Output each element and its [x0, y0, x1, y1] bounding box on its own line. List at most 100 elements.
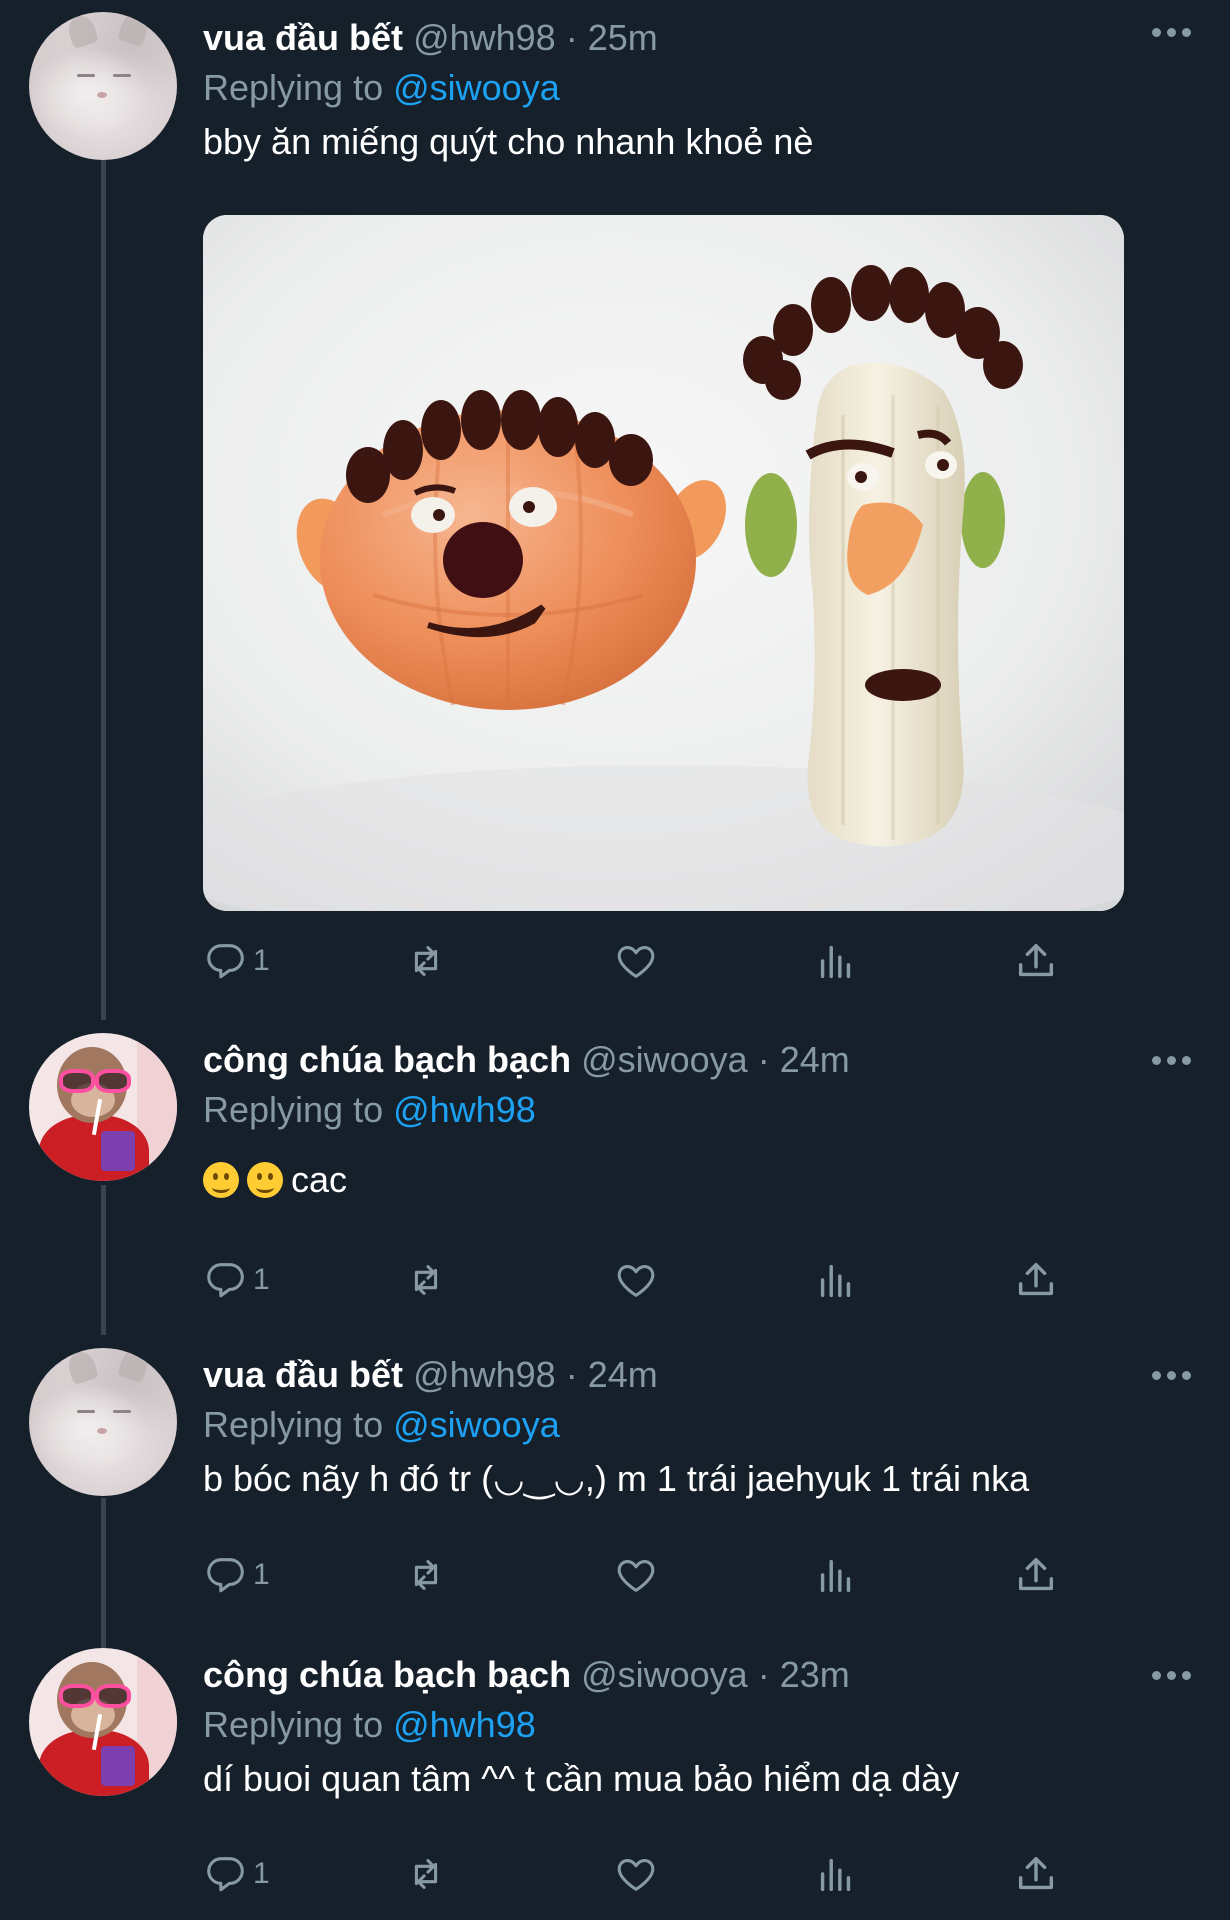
tweet[interactable]: công chúa bạch bạch @siwooya · 23m Reply… [0, 1635, 1230, 1920]
replying-to: Replying to @siwooya [203, 66, 1230, 110]
retweet-button[interactable] [403, 1848, 449, 1900]
reply-button[interactable]: 1 [203, 1254, 270, 1306]
heart-icon [617, 1560, 655, 1592]
analytics-button[interactable] [813, 935, 859, 987]
more-icon[interactable] [1152, 1056, 1192, 1068]
analytics-button[interactable] [813, 1549, 859, 1601]
tweet[interactable]: công chúa bạch bạch @siwooya · 24m Reply… [0, 1020, 1230, 1320]
timestamp[interactable]: 25m [588, 17, 658, 58]
tweet-actions: 1 [203, 1848, 1083, 1900]
reply-icon [207, 1558, 244, 1593]
separator-dot: · [747, 1039, 780, 1080]
analytics-icon [820, 1264, 851, 1298]
reply-count: 1 [253, 1857, 270, 1890]
tweet-header: công chúa bạch bạch @siwooya · 23m [203, 1653, 1230, 1697]
tweet[interactable]: vua đầu bết @hwh98 · 25m Replying to @si… [0, 0, 1230, 1010]
more-icon[interactable] [1152, 1671, 1192, 1683]
replying-to: Replying to @siwooya [203, 1403, 1230, 1447]
reply-count: 1 [253, 944, 270, 977]
avatar[interactable] [29, 1648, 177, 1796]
heart-icon [617, 946, 655, 978]
analytics-icon [820, 945, 851, 979]
display-name[interactable]: vua đầu bết [203, 17, 403, 58]
retweet-button[interactable] [403, 935, 449, 987]
tweet-text: b bóc nãy h đó tr (◡‿◡,) m 1 trái jaehyu… [203, 1458, 1030, 1499]
retweet-button[interactable] [403, 1549, 449, 1601]
tweet-text: dí buoi quan tâm ^^ t cần mua bảo hiểm d… [203, 1758, 960, 1799]
tweet-text-content: cac [291, 1159, 348, 1200]
like-button[interactable] [613, 1848, 659, 1900]
tweet-text: cac [203, 1158, 1230, 1202]
replying-label: Replying to [203, 1089, 394, 1130]
avatar[interactable] [29, 12, 177, 160]
reply-button[interactable]: 1 [203, 1848, 270, 1900]
user-handle[interactable]: @hwh98 [413, 17, 556, 58]
display-name[interactable]: công chúa bạch bạch [203, 1039, 571, 1080]
avatar[interactable] [29, 1348, 177, 1496]
tweet-text: bby ăn miếng quýt cho nhanh khoẻ nè [203, 121, 814, 162]
tweet-header: vua đầu bết @hwh98 · 25m [203, 16, 1230, 60]
share-button[interactable] [1013, 1254, 1059, 1306]
replying-to: Replying to @hwh98 [203, 1703, 1230, 1747]
tweet-actions: 1 [203, 1254, 1083, 1306]
separator-dot: · [555, 1354, 588, 1395]
share-icon [1018, 943, 1054, 977]
user-handle[interactable]: @siwooya [581, 1654, 748, 1695]
retweet-icon [414, 1265, 438, 1295]
retweet-icon [414, 1859, 438, 1889]
reply-button[interactable]: 1 [203, 1549, 270, 1601]
replying-label: Replying to [203, 1404, 394, 1445]
tweet-image[interactable] [203, 215, 1124, 911]
analytics-button[interactable] [813, 1254, 859, 1306]
reply-icon [207, 1857, 244, 1892]
analytics-icon [820, 1559, 851, 1593]
user-handle[interactable]: @siwooya [581, 1039, 748, 1080]
slight-smile-emoji [203, 1162, 239, 1198]
replying-label: Replying to [203, 67, 394, 108]
slight-smile-emoji [247, 1162, 283, 1198]
mention-link[interactable]: @siwooya [393, 67, 560, 108]
fruit-faces-image [203, 215, 1124, 911]
separator-dot: · [747, 1654, 780, 1695]
reply-count: 1 [253, 1263, 270, 1296]
retweet-icon [414, 1560, 438, 1590]
replying-label: Replying to [203, 1704, 394, 1745]
share-icon [1018, 1557, 1054, 1591]
tweet-header: vua đầu bết @hwh98 · 24m [203, 1353, 1230, 1397]
share-button[interactable] [1013, 935, 1059, 987]
retweet-icon [414, 946, 438, 976]
like-button[interactable] [613, 935, 659, 987]
analytics-icon [820, 1858, 851, 1892]
timestamp[interactable]: 23m [780, 1654, 850, 1695]
share-icon [1018, 1856, 1054, 1890]
like-button[interactable] [613, 1254, 659, 1306]
reply-count: 1 [253, 1558, 270, 1591]
display-name[interactable]: công chúa bạch bạch [203, 1654, 571, 1695]
reply-button[interactable]: 1 [203, 935, 270, 987]
timestamp[interactable]: 24m [588, 1354, 658, 1395]
mention-link[interactable]: @hwh98 [393, 1704, 536, 1745]
user-handle[interactable]: @hwh98 [413, 1354, 556, 1395]
display-name[interactable]: vua đầu bết [203, 1354, 403, 1395]
share-icon [1018, 1262, 1054, 1296]
retweet-button[interactable] [403, 1254, 449, 1306]
separator-dot: · [555, 17, 588, 58]
tweet-header: công chúa bạch bạch @siwooya · 24m [203, 1038, 1230, 1082]
mention-link[interactable]: @hwh98 [393, 1089, 536, 1130]
heart-icon [617, 1859, 655, 1891]
tweet-actions: 1 [203, 1549, 1083, 1601]
analytics-button[interactable] [813, 1848, 859, 1900]
tweet[interactable]: vua đầu bết @hwh98 · 24m Replying to @si… [0, 1335, 1230, 1635]
more-icon[interactable] [1152, 28, 1192, 40]
like-button[interactable] [613, 1549, 659, 1601]
mention-link[interactable]: @siwooya [393, 1404, 560, 1445]
reply-icon [207, 1263, 244, 1298]
replying-to: Replying to @hwh98 [203, 1088, 1230, 1132]
tweet-actions: 1 [203, 935, 1083, 987]
reply-icon [207, 944, 244, 979]
share-button[interactable] [1013, 1549, 1059, 1601]
avatar[interactable] [29, 1033, 177, 1181]
timestamp[interactable]: 24m [780, 1039, 850, 1080]
share-button[interactable] [1013, 1848, 1059, 1900]
more-icon[interactable] [1152, 1371, 1192, 1383]
